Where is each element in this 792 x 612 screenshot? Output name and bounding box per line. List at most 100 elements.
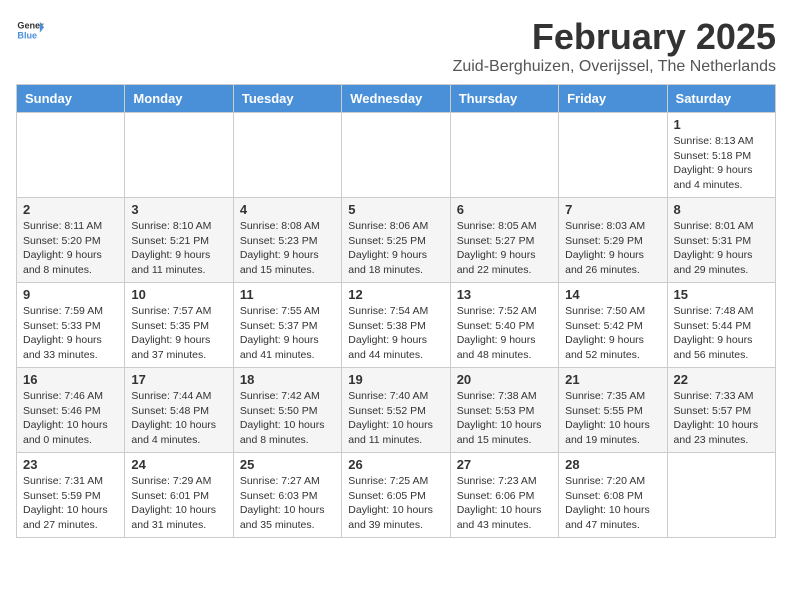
day-number: 15 <box>674 287 769 302</box>
day-info: Sunrise: 7:46 AM Sunset: 5:46 PM Dayligh… <box>23 389 118 448</box>
day-number: 21 <box>565 372 660 387</box>
day-number: 26 <box>348 457 443 472</box>
day-cell: 1 Sunrise: 8:13 AM Sunset: 5:18 PM Daylig… <box>667 113 775 198</box>
day-number: 13 <box>457 287 552 302</box>
svg-text:Blue: Blue <box>17 30 37 40</box>
day-cell: 26 Sunrise: 7:25 AM Sunset: 6:05 PM Dayli… <box>342 453 450 538</box>
day-cell: 20 Sunrise: 7:38 AM Sunset: 5:53 PM Dayli… <box>450 368 558 453</box>
day-number: 9 <box>23 287 118 302</box>
week-row-3: 9 Sunrise: 7:59 AM Sunset: 5:33 PM Daylig… <box>17 283 776 368</box>
day-cell: 25Sunrise: 7:27 AM Sunset: 6:03 PM Dayli… <box>233 453 341 538</box>
day-info: Sunrise: 7:52 AM Sunset: 5:40 PM Dayligh… <box>457 304 552 363</box>
day-info: Sunrise: 8:13 AM Sunset: 5:18 PM Dayligh… <box>674 134 769 193</box>
day-cell: 24 Sunrise: 7:29 AM Sunset: 6:01 PM Dayli… <box>125 453 233 538</box>
logo-icon: General Blue <box>16 16 44 44</box>
day-cell: 22 Sunrise: 7:33 AM Sunset: 5:57 PM Dayli… <box>667 368 775 453</box>
day-number: 18 <box>240 372 335 387</box>
day-cell <box>17 113 125 198</box>
day-number: 22 <box>674 372 769 387</box>
day-number: 7 <box>565 202 660 217</box>
day-cell: 19 Sunrise: 7:40 AM Sunset: 5:52 PM Dayli… <box>342 368 450 453</box>
day-cell: 27 Sunrise: 7:23 AM Sunset: 6:06 PM Dayli… <box>450 453 558 538</box>
day-info: Sunrise: 8:08 AM Sunset: 5:23 PM Dayligh… <box>240 219 335 278</box>
day-info: Sunrise: 7:23 AM Sunset: 6:06 PM Dayligh… <box>457 474 552 533</box>
location: Zuid-Berghuizen, Overijssel, The Netherl… <box>453 58 776 76</box>
day-cell: 8Sunrise: 8:01 AM Sunset: 5:31 PM Daylig… <box>667 198 775 283</box>
column-header-tuesday: Tuesday <box>233 85 341 113</box>
day-cell: 11 Sunrise: 7:55 AM Sunset: 5:37 PM Dayli… <box>233 283 341 368</box>
day-info: Sunrise: 8:11 AM Sunset: 5:20 PM Dayligh… <box>23 219 118 278</box>
calendar: SundayMondayTuesdayWednesdayThursdayFrid… <box>16 84 776 538</box>
day-info: Sunrise: 7:27 AM Sunset: 6:03 PM Dayligh… <box>240 474 335 533</box>
day-cell: 5Sunrise: 8:06 AM Sunset: 5:25 PM Daylig… <box>342 198 450 283</box>
day-info: Sunrise: 7:29 AM Sunset: 6:01 PM Dayligh… <box>131 474 226 533</box>
day-info: Sunrise: 8:10 AM Sunset: 5:21 PM Dayligh… <box>131 219 226 278</box>
day-cell <box>342 113 450 198</box>
day-number: 24 <box>131 457 226 472</box>
day-cell: 7 Sunrise: 8:03 AM Sunset: 5:29 PM Daylig… <box>559 198 667 283</box>
day-number: 19 <box>348 372 443 387</box>
day-info: Sunrise: 7:20 AM Sunset: 6:08 PM Dayligh… <box>565 474 660 533</box>
day-cell: 23 Sunrise: 7:31 AM Sunset: 5:59 PM Dayli… <box>17 453 125 538</box>
day-cell: 4 Sunrise: 8:08 AM Sunset: 5:23 PM Daylig… <box>233 198 341 283</box>
column-header-sunday: Sunday <box>17 85 125 113</box>
day-cell <box>450 113 558 198</box>
day-number: 16 <box>23 372 118 387</box>
day-number: 8 <box>674 202 769 217</box>
day-info: Sunrise: 7:33 AM Sunset: 5:57 PM Dayligh… <box>674 389 769 448</box>
day-info: Sunrise: 7:42 AM Sunset: 5:50 PM Dayligh… <box>240 389 335 448</box>
title-area: February 2025 Zuid-Berghuizen, Overijsse… <box>453 16 776 76</box>
day-info: Sunrise: 7:44 AM Sunset: 5:48 PM Dayligh… <box>131 389 226 448</box>
day-cell: 28 Sunrise: 7:20 AM Sunset: 6:08 PM Dayli… <box>559 453 667 538</box>
day-cell: 21 Sunrise: 7:35 AM Sunset: 5:55 PM Dayli… <box>559 368 667 453</box>
day-info: Sunrise: 7:55 AM Sunset: 5:37 PM Dayligh… <box>240 304 335 363</box>
day-cell: 14Sunrise: 7:50 AM Sunset: 5:42 PM Dayli… <box>559 283 667 368</box>
day-cell: 2 Sunrise: 8:11 AM Sunset: 5:20 PM Daylig… <box>17 198 125 283</box>
column-header-monday: Monday <box>125 85 233 113</box>
week-row-5: 23 Sunrise: 7:31 AM Sunset: 5:59 PM Dayli… <box>17 453 776 538</box>
day-cell: 6Sunrise: 8:05 AM Sunset: 5:27 PM Daylig… <box>450 198 558 283</box>
day-info: Sunrise: 7:57 AM Sunset: 5:35 PM Dayligh… <box>131 304 226 363</box>
logo: General Blue <box>16 16 44 44</box>
day-cell: 9 Sunrise: 7:59 AM Sunset: 5:33 PM Daylig… <box>17 283 125 368</box>
day-number: 23 <box>23 457 118 472</box>
day-number: 28 <box>565 457 660 472</box>
day-cell: 16 Sunrise: 7:46 AM Sunset: 5:46 PM Dayli… <box>17 368 125 453</box>
day-info: Sunrise: 8:03 AM Sunset: 5:29 PM Dayligh… <box>565 219 660 278</box>
day-info: Sunrise: 8:06 AM Sunset: 5:25 PM Dayligh… <box>348 219 443 278</box>
day-info: Sunrise: 7:31 AM Sunset: 5:59 PM Dayligh… <box>23 474 118 533</box>
day-number: 11 <box>240 287 335 302</box>
day-info: Sunrise: 7:40 AM Sunset: 5:52 PM Dayligh… <box>348 389 443 448</box>
day-number: 4 <box>240 202 335 217</box>
day-info: Sunrise: 7:54 AM Sunset: 5:38 PM Dayligh… <box>348 304 443 363</box>
day-info: Sunrise: 7:35 AM Sunset: 5:55 PM Dayligh… <box>565 389 660 448</box>
day-info: Sunrise: 7:25 AM Sunset: 6:05 PM Dayligh… <box>348 474 443 533</box>
day-number: 17 <box>131 372 226 387</box>
week-row-4: 16 Sunrise: 7:46 AM Sunset: 5:46 PM Dayli… <box>17 368 776 453</box>
day-number: 2 <box>23 202 118 217</box>
day-number: 27 <box>457 457 552 472</box>
column-header-thursday: Thursday <box>450 85 558 113</box>
day-cell <box>559 113 667 198</box>
day-info: Sunrise: 7:59 AM Sunset: 5:33 PM Dayligh… <box>23 304 118 363</box>
day-number: 10 <box>131 287 226 302</box>
day-cell: 13 Sunrise: 7:52 AM Sunset: 5:40 PM Dayli… <box>450 283 558 368</box>
day-cell: 10 Sunrise: 7:57 AM Sunset: 5:35 PM Dayli… <box>125 283 233 368</box>
week-row-2: 2 Sunrise: 8:11 AM Sunset: 5:20 PM Daylig… <box>17 198 776 283</box>
day-info: Sunrise: 7:50 AM Sunset: 5:42 PM Dayligh… <box>565 304 660 363</box>
column-header-wednesday: Wednesday <box>342 85 450 113</box>
day-cell: 3 Sunrise: 8:10 AM Sunset: 5:21 PM Daylig… <box>125 198 233 283</box>
day-cell: 12 Sunrise: 7:54 AM Sunset: 5:38 PM Dayli… <box>342 283 450 368</box>
day-info: Sunrise: 8:05 AM Sunset: 5:27 PM Dayligh… <box>457 219 552 278</box>
day-cell <box>125 113 233 198</box>
day-cell: 15Sunrise: 7:48 AM Sunset: 5:44 PM Dayli… <box>667 283 775 368</box>
column-header-friday: Friday <box>559 85 667 113</box>
day-number: 3 <box>131 202 226 217</box>
day-number: 20 <box>457 372 552 387</box>
day-number: 12 <box>348 287 443 302</box>
day-number: 1 <box>674 117 769 132</box>
header: General Blue February 2025 Zuid-Berghuiz… <box>16 16 776 76</box>
day-info: Sunrise: 7:38 AM Sunset: 5:53 PM Dayligh… <box>457 389 552 448</box>
calendar-header-row: SundayMondayTuesdayWednesdayThursdayFrid… <box>17 85 776 113</box>
week-row-1: 1 Sunrise: 8:13 AM Sunset: 5:18 PM Daylig… <box>17 113 776 198</box>
